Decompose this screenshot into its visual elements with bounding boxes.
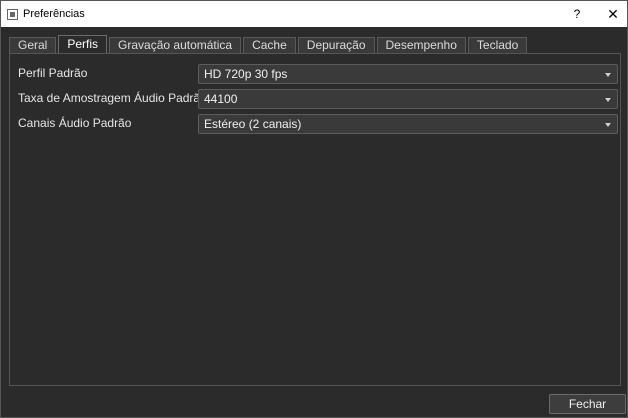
- chevron-down-icon: [605, 73, 611, 77]
- default-audio-channels-value: Estéreo (2 canais): [204, 117, 302, 131]
- default-audio-channels-row: Canais Áudio Padrão Estéreo (2 canais): [10, 114, 622, 134]
- window-title: Preferências: [23, 8, 85, 20]
- tab-gravacao-automatica[interactable]: Gravação automática: [109, 37, 242, 53]
- default-profile-label: Perfil Padrão: [18, 66, 88, 80]
- close-icon[interactable]: ✕: [599, 1, 627, 27]
- default-sample-rate-select[interactable]: 44100: [198, 89, 618, 109]
- tab-perfis[interactable]: Perfis: [58, 35, 108, 53]
- preferences-dialog: Preferências ? ✕ Geral Perfis Gravação a…: [0, 0, 628, 418]
- tab-depuracao[interactable]: Depuração: [297, 37, 375, 53]
- tab-teclado[interactable]: Teclado: [467, 37, 528, 53]
- default-profile-select[interactable]: HD 720p 30 fps: [198, 64, 618, 84]
- profiles-panel: Perfil Padrão HD 720p 30 fps Taxa de Amo…: [9, 53, 621, 386]
- default-sample-rate-row: Taxa de Amostragem Áudio Padrão 44100: [10, 89, 622, 109]
- default-audio-channels-label: Canais Áudio Padrão: [18, 116, 132, 130]
- chevron-down-icon: [605, 98, 611, 102]
- default-audio-channels-select[interactable]: Estéreo (2 canais): [198, 114, 618, 134]
- help-button[interactable]: ?: [563, 1, 591, 27]
- default-sample-rate-label: Taxa de Amostragem Áudio Padrão: [18, 91, 207, 105]
- tab-geral[interactable]: Geral: [9, 37, 57, 53]
- close-dialog-button[interactable]: Fechar: [549, 394, 626, 414]
- default-sample-rate-value: 44100: [204, 92, 238, 106]
- title-bar: Preferências ? ✕: [1, 1, 627, 27]
- tab-bar: Geral Perfis Gravação automática Cache D…: [9, 35, 529, 53]
- chevron-down-icon: [605, 123, 611, 127]
- default-profile-value: HD 720p 30 fps: [204, 67, 288, 81]
- default-profile-row: Perfil Padrão HD 720p 30 fps: [10, 64, 622, 84]
- tab-desempenho[interactable]: Desempenho: [376, 37, 466, 53]
- app-icon: [7, 8, 18, 20]
- tab-cache[interactable]: Cache: [243, 37, 296, 53]
